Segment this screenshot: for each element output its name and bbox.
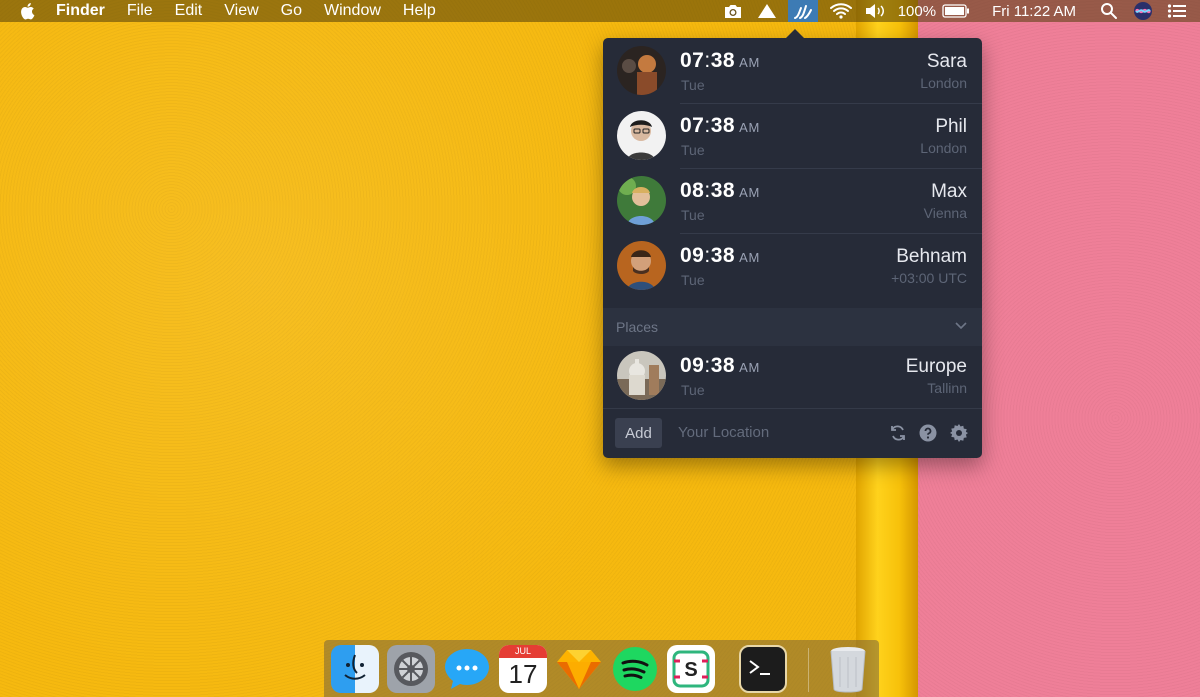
- menu-app-name[interactable]: Finder: [56, 0, 105, 22]
- apple-icon[interactable]: [16, 2, 38, 20]
- place-name: Europe: [905, 356, 967, 377]
- avatar: [617, 241, 666, 290]
- person-day: Tue: [681, 207, 705, 223]
- messages-icon[interactable]: [443, 645, 491, 693]
- dock: JUL 17 S: [324, 640, 879, 697]
- person-location: Vienna: [923, 205, 967, 221]
- person-row-phil[interactable]: 07:38 AM Tue Phil London: [603, 104, 982, 169]
- person-time: 08:38 AM: [680, 179, 761, 202]
- person-row-sara[interactable]: 07:38 AM Tue Sara London: [603, 39, 982, 104]
- person-row-behnam[interactable]: 09:38 AM Tue Behnam +03:00 UTC: [603, 234, 982, 299]
- person-name: Phil: [935, 116, 967, 137]
- menu-bar: Finder File Edit View Go Window Help 100…: [0, 0, 1200, 22]
- terminal-icon[interactable]: [739, 645, 787, 693]
- drive-triangle-icon[interactable]: [756, 2, 778, 20]
- menu-file[interactable]: File: [127, 0, 153, 22]
- person-time: 07:38 AM: [680, 114, 761, 137]
- help-icon[interactable]: [919, 424, 937, 442]
- battery-icon[interactable]: [942, 2, 970, 20]
- person-day: Tue: [681, 272, 705, 288]
- person-location: London: [920, 140, 967, 156]
- trash-icon[interactable]: [824, 645, 872, 693]
- sketch-icon[interactable]: [555, 645, 603, 693]
- menu-window[interactable]: Window: [324, 0, 381, 22]
- place-time: 09:38 AM: [680, 354, 761, 377]
- place-day: Tue: [681, 382, 705, 398]
- person-name: Sara: [926, 51, 967, 72]
- places-section-header[interactable]: Places: [603, 308, 982, 346]
- menu-edit[interactable]: Edit: [175, 0, 203, 22]
- place-location: Tallinn: [927, 380, 967, 396]
- timezone-app-icon[interactable]: [787, 0, 818, 22]
- slack-icon[interactable]: S: [667, 645, 715, 693]
- calendar-icon[interactable]: JUL 17: [499, 645, 547, 693]
- dock-divider: [808, 648, 809, 692]
- menu-go[interactable]: Go: [281, 0, 302, 22]
- person-day: Tue: [681, 77, 705, 93]
- person-name: Behnam: [896, 246, 967, 267]
- camera-icon[interactable]: [722, 2, 744, 20]
- popover-footer: Add Your Location: [603, 408, 982, 459]
- person-time: 07:38 AM: [680, 49, 761, 72]
- avatar: [617, 351, 666, 400]
- person-day: Tue: [681, 142, 705, 158]
- spotify-icon[interactable]: [611, 645, 659, 693]
- add-button[interactable]: Add: [615, 418, 662, 448]
- person-time: 09:38 AM: [680, 244, 761, 267]
- gear-icon[interactable]: [950, 424, 968, 442]
- volume-icon[interactable]: [864, 2, 886, 20]
- notification-center-icon[interactable]: [1166, 2, 1188, 20]
- battery-percentage[interactable]: 100%: [898, 3, 936, 20]
- person-name: Max: [931, 181, 967, 202]
- location-input[interactable]: Your Location: [678, 421, 868, 445]
- chevron-down-icon[interactable]: [954, 319, 968, 333]
- places-label: Places: [616, 319, 659, 335]
- siri-icon[interactable]: [1132, 2, 1154, 20]
- menubar-clock[interactable]: Fri 11:22 AM: [992, 3, 1076, 20]
- person-location: +03:00 UTC: [891, 270, 967, 286]
- timezone-popover: 07:38 AM Tue Sara London 07:38 AM Tue Phil…: [603, 29, 982, 459]
- avatar: [617, 46, 666, 95]
- menu-view[interactable]: View: [224, 0, 258, 22]
- popover-caret: [786, 29, 804, 38]
- calendar-month: JUL: [499, 645, 547, 658]
- avatar: [617, 111, 666, 160]
- person-location: London: [920, 75, 967, 91]
- menu-help[interactable]: Help: [403, 0, 436, 22]
- calendar-day: 17: [508, 659, 538, 689]
- finder-icon[interactable]: [331, 645, 379, 693]
- wifi-icon[interactable]: [829, 2, 852, 20]
- svg-text:S: S: [684, 659, 697, 681]
- spotlight-search-icon[interactable]: [1098, 2, 1120, 20]
- system-preferences-icon[interactable]: [387, 645, 435, 693]
- person-row-max[interactable]: 08:38 AM Tue Max Vienna: [603, 169, 982, 234]
- sync-icon[interactable]: [889, 424, 907, 442]
- avatar: [617, 176, 666, 225]
- place-row-europe[interactable]: 09:38 AM Tue Europe Tallinn: [603, 344, 982, 409]
